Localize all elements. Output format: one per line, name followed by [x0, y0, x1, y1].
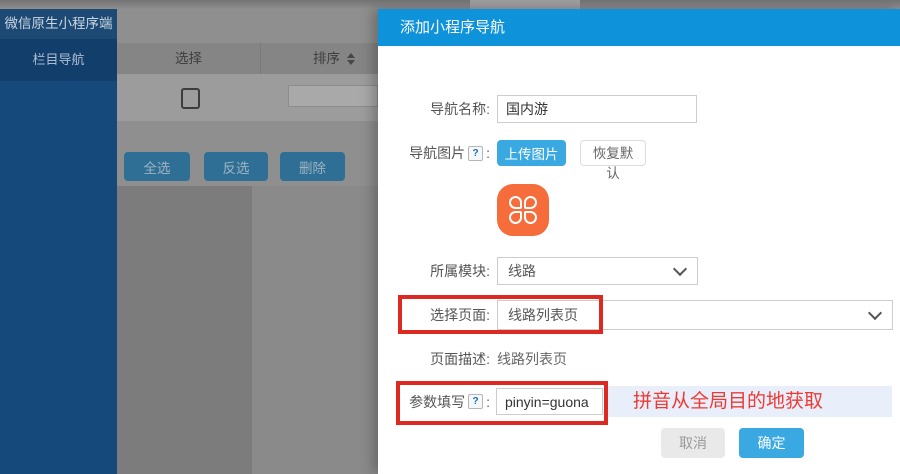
restore-default-button[interactable]: 恢复默认 [580, 140, 646, 166]
module-select-value: 线路 [508, 261, 536, 281]
dimmed-panel-left [117, 186, 252, 474]
page-select-value: 线路列表页 [508, 305, 578, 325]
chevron-down-icon [868, 306, 882, 320]
table-header-row: 选择 排序 [117, 43, 378, 75]
page-top-strip [0, 0, 900, 9]
column-divider [260, 43, 261, 74]
params-hint-band: 拼音从全局目的地获取 [608, 386, 892, 417]
nav-image-label-text: 导航图片 [409, 143, 465, 163]
clover-petal-icon [524, 196, 537, 209]
module-label: 所属模块: [378, 257, 490, 285]
row-checkbox[interactable] [181, 88, 200, 109]
table-row [117, 74, 378, 121]
sidebar-title[interactable]: 微信原生小程序端 [0, 9, 117, 39]
column-header-sort-label: 排序 [313, 43, 340, 74]
add-navigation-modal: 添加小程序导航 导航名称: 导航图片 ? : 上传图片 恢复默认 所属模块: 线… [378, 9, 900, 474]
upload-image-button[interactable]: 上传图片 [497, 140, 566, 166]
page-desc-label: 页面描述: [378, 350, 490, 368]
sidebar-item-column-nav[interactable]: 栏目导航 [0, 39, 117, 81]
params-label-text: 参数填写 [409, 392, 465, 412]
background-table-panel: 选择 排序 全选 反选 删除 [117, 9, 378, 474]
column-header-select: 选择 [117, 43, 260, 74]
module-select[interactable]: 线路 [497, 257, 698, 285]
sidebar: 微信原生小程序端 栏目导航 [0, 9, 117, 474]
app-root: 微信原生小程序端 栏目导航 选择 排序 全选 反选 删除 添加小程序导航 导航名… [0, 0, 900, 474]
modal-title: 添加小程序导航 [378, 9, 900, 46]
delete-button[interactable]: 删除 [280, 152, 345, 181]
dimmed-panel-right [252, 186, 378, 474]
page-select[interactable]: 线路列表页 [497, 300, 893, 330]
params-label: 参数填写 ? : [378, 388, 490, 415]
select-all-button[interactable]: 全选 [124, 152, 190, 181]
nav-image-label: 导航图片 ? : [378, 140, 490, 166]
invert-selection-button[interactable]: 反选 [204, 152, 268, 181]
params-hint-text: 拼音从全局目的地获取 [608, 386, 892, 417]
cancel-button[interactable]: 取消 [661, 428, 725, 458]
clover-app-icon [497, 184, 549, 236]
clover-petal-icon [509, 196, 522, 209]
chevron-down-icon [673, 262, 687, 276]
confirm-button[interactable]: 确定 [739, 428, 804, 458]
page-top-strip-highlight [470, 0, 580, 9]
column-header-sort[interactable]: 排序 [313, 43, 355, 74]
sort-order-input[interactable] [288, 85, 378, 107]
clover-petal-icon [509, 211, 522, 224]
page-label: 选择页面: [378, 300, 490, 330]
page-desc-value: 线路列表页 [497, 350, 567, 368]
modal-header: 添加小程序导航 [378, 9, 900, 46]
params-label-colon: : [486, 394, 490, 410]
sort-icon[interactable] [347, 53, 355, 65]
params-input[interactable] [496, 388, 603, 415]
nav-name-label: 导航名称: [378, 95, 490, 123]
nav-name-input[interactable] [497, 95, 697, 123]
help-icon[interactable]: ? [468, 394, 483, 409]
help-icon[interactable]: ? [468, 146, 483, 161]
nav-image-label-colon: : [486, 145, 490, 161]
clover-petal-icon [524, 211, 537, 224]
